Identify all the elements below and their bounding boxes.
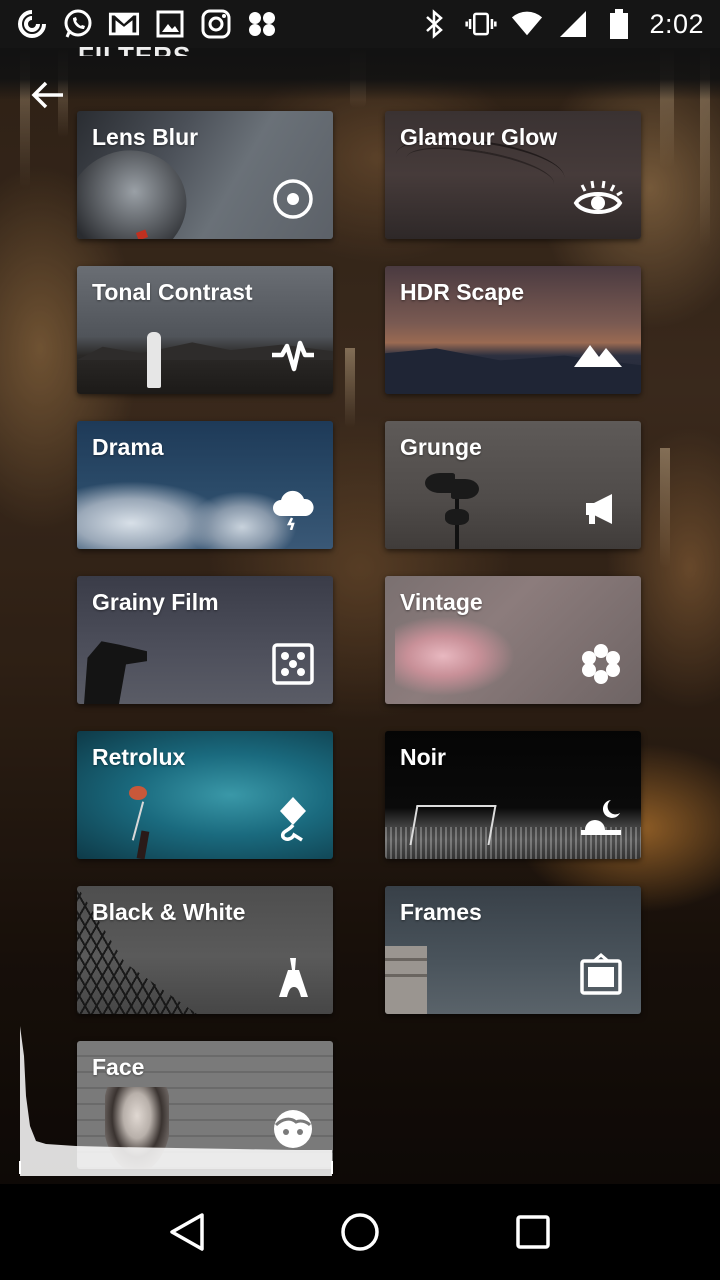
app-bar: FILTERS xyxy=(0,41,720,109)
mountains-icon xyxy=(573,332,623,376)
recents-square-icon xyxy=(516,1215,551,1249)
filter-tile-grainy-film[interactable]: Grainy Film xyxy=(77,576,333,704)
filter-label: Frames xyxy=(400,899,482,925)
nav-home-button[interactable] xyxy=(328,1200,392,1264)
filter-label: Grainy Film xyxy=(92,589,219,615)
kite-icon xyxy=(271,797,315,842)
clock: 2:02 xyxy=(649,8,704,39)
home-circle-icon xyxy=(341,1213,379,1251)
vibrate-icon xyxy=(465,8,498,40)
histogram xyxy=(19,1026,333,1176)
pulse-icon xyxy=(271,332,315,376)
filter-tile-grunge[interactable]: Grunge xyxy=(385,421,641,549)
nav-recents-button[interactable] xyxy=(501,1200,565,1264)
filter-tile-lens-blur[interactable]: Lens Blur xyxy=(77,111,333,239)
filter-tile-hdr-scape[interactable]: HDR Scape xyxy=(385,266,641,394)
target-icon xyxy=(271,177,315,221)
navigation-bar xyxy=(0,1184,720,1280)
filter-label: Glamour Glow xyxy=(400,124,558,150)
bluetooth-icon xyxy=(419,8,451,40)
frame-icon xyxy=(579,952,623,996)
filter-tile-frames[interactable]: Frames xyxy=(385,886,641,1014)
gmail-icon xyxy=(108,8,140,40)
filter-label: Retrolux xyxy=(92,744,186,770)
filter-label: Noir xyxy=(400,744,446,770)
pinwheel-icon xyxy=(246,8,278,40)
flower-icon xyxy=(579,642,623,686)
image-icon xyxy=(154,8,186,40)
instagram-icon xyxy=(200,8,232,40)
whatsapp-icon xyxy=(62,8,94,40)
megaphone-icon xyxy=(579,487,623,531)
battery-icon xyxy=(603,8,635,40)
back-triangle-icon xyxy=(169,1213,204,1251)
filter-label: Vintage xyxy=(400,589,483,615)
eye-icon xyxy=(573,177,623,221)
filter-label: Tonal Contrast xyxy=(92,279,253,305)
filter-tile-drama[interactable]: Drama xyxy=(77,421,333,549)
filter-label: Black & White xyxy=(92,899,246,925)
nav-back-button[interactable] xyxy=(155,1200,219,1264)
moon-icon xyxy=(579,797,623,841)
arrow-left-icon xyxy=(31,81,63,109)
filter-tile-noir[interactable]: Noir xyxy=(385,731,641,859)
filter-label: Grunge xyxy=(400,434,482,460)
filter-tile-black-white[interactable]: Black & White xyxy=(77,886,333,1014)
wifi-icon xyxy=(511,8,543,40)
filter-tile-vintage[interactable]: Vintage xyxy=(385,576,641,704)
cell-signal-icon xyxy=(557,8,589,40)
storm-cloud-icon xyxy=(271,487,315,531)
filter-label: Drama xyxy=(92,434,164,460)
app-c-icon xyxy=(16,8,48,40)
back-button[interactable] xyxy=(24,75,72,115)
filter-tile-tonal-contrast[interactable]: Tonal Contrast xyxy=(77,266,333,394)
filter-label: HDR Scape xyxy=(400,279,524,305)
eiffel-tower-icon xyxy=(271,950,315,997)
filter-tile-glamour-glow[interactable]: Glamour Glow xyxy=(385,111,641,239)
page-title: FILTERS xyxy=(78,41,192,56)
filter-label: Lens Blur xyxy=(92,124,199,150)
dice-icon xyxy=(271,642,315,686)
filter-tile-retrolux[interactable]: Retrolux xyxy=(77,731,333,859)
